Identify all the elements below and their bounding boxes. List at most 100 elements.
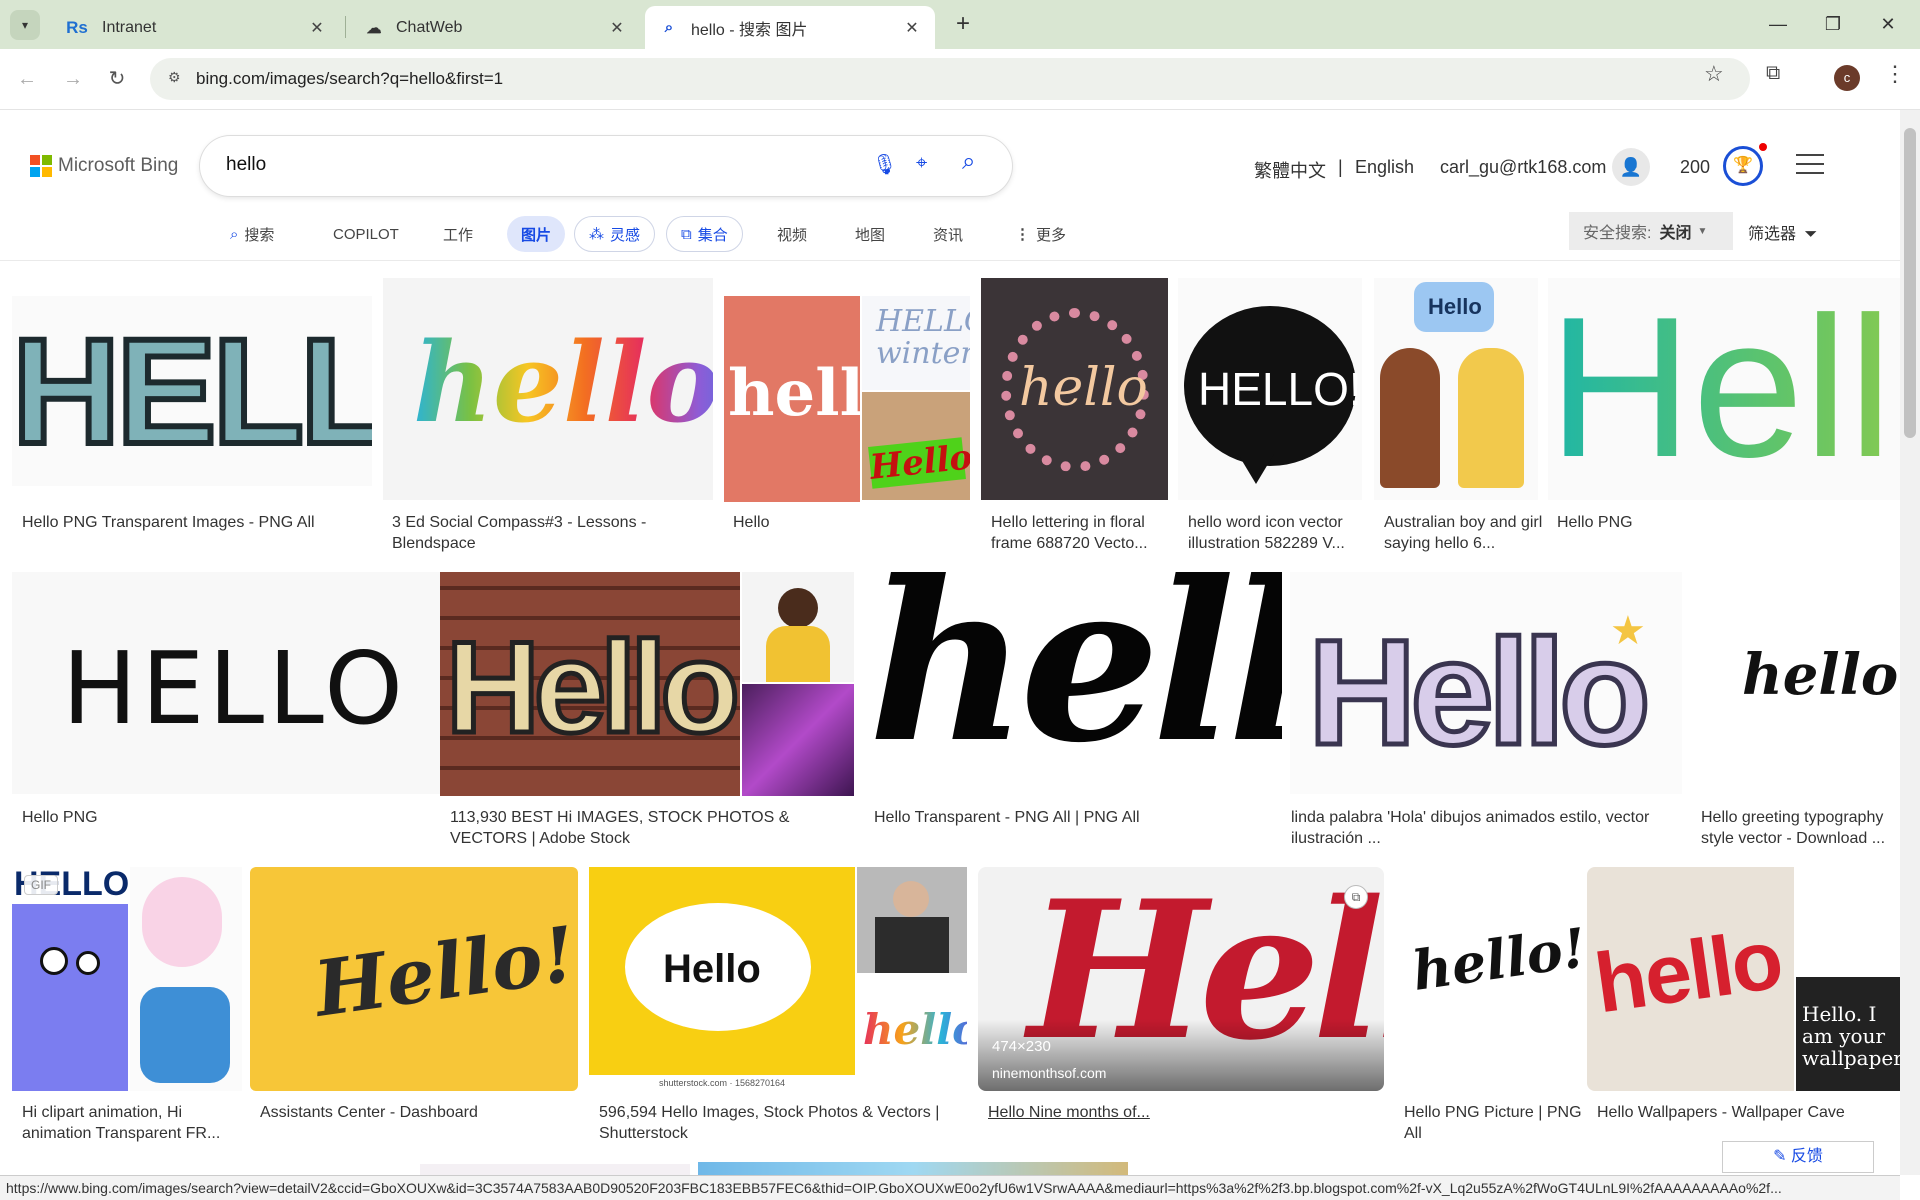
result-caption[interactable]: 3 Ed Social Compass#3 - Lessons - Blends… xyxy=(392,512,692,554)
microphone-icon[interactable]: 🎙 xyxy=(872,152,897,177)
image-result[interactable]: HELLO xyxy=(12,572,440,794)
profile-avatar[interactable]: c xyxy=(1834,65,1860,91)
search-icon[interactable]: ⌕ xyxy=(962,148,975,176)
image-source[interactable]: ninemonthsof.com xyxy=(992,1065,1106,1081)
image-result-partial[interactable] xyxy=(698,1162,1128,1176)
lang-english-link[interactable]: English xyxy=(1355,157,1414,178)
result-caption[interactable]: Hello PNG Transparent Images - PNG All xyxy=(22,512,362,533)
feedback-button[interactable]: ✎ 反馈 xyxy=(1722,1141,1874,1173)
tab-chatweb[interactable]: ☁ ChatWeb ✕ xyxy=(350,6,640,49)
image-result[interactable]: hello xyxy=(1690,572,1900,794)
image-result[interactable]: HELLO xyxy=(12,296,372,486)
result-caption[interactable]: hello word icon vector illustration 5822… xyxy=(1188,512,1368,554)
window-close-button[interactable]: ✕ xyxy=(1868,8,1908,40)
result-caption[interactable]: Hello PNG xyxy=(22,807,322,828)
restore-button[interactable]: ❐ xyxy=(1813,8,1853,40)
scope-more[interactable]: ⋮ 更多 xyxy=(1015,216,1066,252)
result-caption[interactable]: 113,930 BEST Hi IMAGES, STOCK PHOTOS & V… xyxy=(450,807,830,849)
result-caption[interactable]: Hello Nine months of... xyxy=(988,1102,1348,1123)
reload-icon[interactable]: ↻ xyxy=(100,62,134,96)
hamburger-menu-icon[interactable] xyxy=(1796,154,1824,181)
site-info-icon[interactable]: ⚙ xyxy=(168,69,181,86)
scope-collections[interactable]: ⧉ 集合 xyxy=(666,216,743,252)
forward-arrow-icon[interactable]: → xyxy=(56,62,90,96)
result-caption[interactable]: Australian boy and girl saying hello 6..… xyxy=(1384,512,1544,554)
result-caption[interactable]: Hello PNG Picture | PNG All xyxy=(1404,1102,1584,1144)
image-result[interactable]: HELLO! GIF xyxy=(12,867,128,1091)
add-to-collection-icon[interactable]: ⧉ xyxy=(1344,885,1368,909)
safesearch-dropdown[interactable]: 安全搜索: 关闭 ▼ xyxy=(1569,212,1733,250)
image-result[interactable]: hello! xyxy=(1394,867,1588,1091)
image-result[interactable]: HELLOwinter xyxy=(862,296,970,390)
image-result[interactable]: Hello shutterstock.com · 1568270164 xyxy=(589,867,855,1091)
scope-search[interactable]: ⌕ 搜索 xyxy=(230,216,274,252)
image-result[interactable]: Hello xyxy=(1548,278,1900,500)
tab-intranet[interactable]: Rs Intranet ✕ xyxy=(50,6,340,49)
image-result[interactable]: Hello ★ xyxy=(1290,572,1682,794)
browser-menu-icon[interactable]: ⋮ xyxy=(1884,61,1906,87)
result-caption[interactable]: Hello Wallpapers - Wallpaper Cave xyxy=(1597,1102,1897,1123)
close-icon[interactable]: ✕ xyxy=(903,18,921,38)
image-result[interactable]: HELLO! xyxy=(1178,278,1362,500)
close-icon[interactable]: ✕ xyxy=(308,18,326,38)
scope-news[interactable]: 资讯 xyxy=(933,216,963,252)
scope-images[interactable]: 图片 xyxy=(507,216,566,252)
image-result[interactable]: hello! xyxy=(864,572,1282,794)
account-email[interactable]: carl_gu@rtk168.com xyxy=(1440,157,1606,178)
tab-bing-images[interactable]: ⌕ hello - 搜索 图片 ✕ xyxy=(645,6,935,49)
scope-work[interactable]: 工作 xyxy=(443,216,473,252)
new-tab-button[interactable]: + xyxy=(948,10,978,40)
image-result[interactable]: hello xyxy=(857,975,967,1091)
image-result[interactable]: Hello! xyxy=(250,867,578,1091)
gif-badge: GIF xyxy=(24,875,58,895)
image-result[interactable]: Hello. I am your wallpaper. xyxy=(1796,867,1900,1091)
bing-logo[interactable]: Microsoft Bing xyxy=(30,155,178,177)
result-caption[interactable]: 596,594 Hello Images, Stock Photos & Vec… xyxy=(599,1102,959,1144)
scope-videos[interactable]: 视频 xyxy=(777,216,807,252)
user-avatar-icon[interactable]: 👤 xyxy=(1612,148,1650,186)
image-result[interactable] xyxy=(742,572,854,682)
image-result[interactable]: hello. xyxy=(383,278,713,500)
search-box[interactable]: hello 🎙 ⌖ ⌕ xyxy=(200,136,1012,196)
visual-search-icon[interactable]: ⌖ xyxy=(916,152,927,175)
girl-figure xyxy=(1380,348,1440,488)
scope-label: 集合 xyxy=(697,226,728,244)
image-result[interactable]: Hello xyxy=(862,392,970,500)
rewards-trophy-icon[interactable]: 🏆 xyxy=(1723,146,1763,186)
tab-search-button[interactable]: ▾ xyxy=(10,10,40,40)
close-icon[interactable]: ✕ xyxy=(608,18,626,38)
man-head xyxy=(893,881,929,917)
result-caption[interactable]: Hello greeting typography style vector -… xyxy=(1701,807,1897,849)
rewards-points[interactable]: 200 xyxy=(1680,157,1710,178)
image-result[interactable]: hello xyxy=(1587,867,1794,1091)
lang-traditional-link[interactable]: 繁體中文 xyxy=(1254,157,1326,183)
result-caption[interactable]: Hello Transparent - PNG All | PNG All xyxy=(874,807,1254,828)
minimize-button[interactable]: — xyxy=(1758,8,1798,40)
image-result[interactable]: hello xyxy=(981,278,1168,500)
result-caption[interactable]: Hello PNG xyxy=(1557,512,1737,533)
image-result[interactable]: Hello xyxy=(1374,278,1538,500)
extensions-icon[interactable]: ⧉ xyxy=(1766,62,1780,85)
filter-button[interactable]: 筛选器 ⏷ xyxy=(1748,220,1817,244)
notification-dot xyxy=(1759,143,1767,151)
image-result[interactable]: hello xyxy=(724,296,860,502)
url-text[interactable]: bing.com/images/search?q=hello&first=1 xyxy=(196,69,503,89)
image-result[interactable] xyxy=(130,867,242,1091)
result-caption[interactable]: Assistants Center - Dashboard xyxy=(260,1102,560,1123)
scrollbar-thumb[interactable] xyxy=(1904,128,1916,438)
image-result[interactable]: Hello xyxy=(440,572,740,796)
result-caption[interactable]: Hi clipart animation, Hi animation Trans… xyxy=(22,1102,242,1144)
result-caption[interactable]: linda palabra 'Hola' dibujos animados es… xyxy=(1291,807,1671,849)
bookmark-star-icon[interactable]: ☆ xyxy=(1704,61,1724,87)
back-arrow-icon[interactable]: ← xyxy=(10,62,44,96)
search-input[interactable]: hello xyxy=(226,154,266,176)
result-caption[interactable]: Hello lettering in floral frame 688720 V… xyxy=(991,512,1171,554)
image-result[interactable] xyxy=(857,867,967,973)
image-result[interactable] xyxy=(742,684,854,796)
scope-copilot[interactable]: COPILOT xyxy=(333,216,399,252)
scope-inspiration[interactable]: ⁂ 灵感 xyxy=(574,216,656,252)
search-icon: ⌕ xyxy=(664,19,674,36)
result-caption[interactable]: Hello xyxy=(733,512,933,533)
scope-maps[interactable]: 地图 xyxy=(855,216,885,252)
image-result-hovered[interactable]: Hello 474×230 ninemonthsof.com ⧉ xyxy=(978,867,1384,1091)
